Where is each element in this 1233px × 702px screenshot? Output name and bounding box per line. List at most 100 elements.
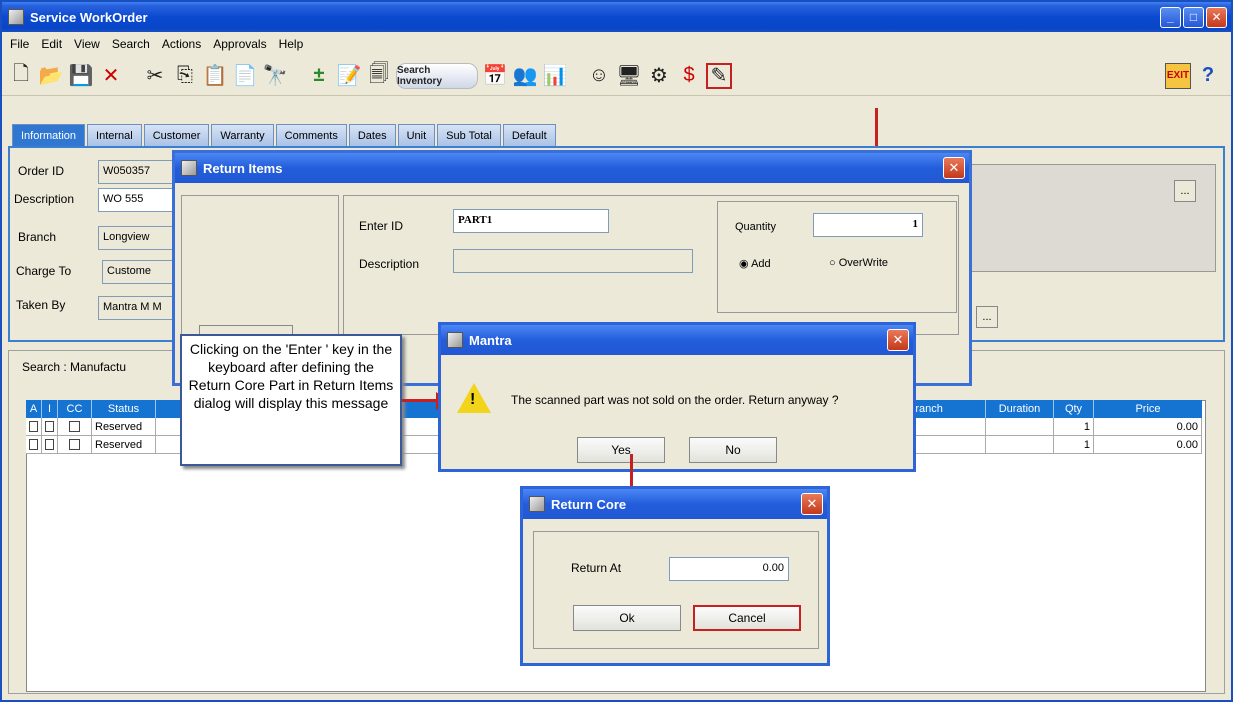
overwrite-radio-label: OverWrite [838,257,889,269]
tab-sub-total[interactable]: Sub Total [437,124,501,146]
close-icon[interactable]: ✕ [887,329,909,351]
paste-special-icon[interactable]: 📋 [202,63,228,89]
order-id-field[interactable]: W050357 [98,160,174,184]
branch-label: Branch [18,230,57,244]
qty-cell: 1 [1054,418,1094,436]
browse-button-2[interactable]: ... [976,306,998,328]
charge-to-field[interactable]: Custome [102,260,174,284]
checkbox-cc[interactable] [69,439,80,450]
return-at-field[interactable]: 0.00 [669,557,789,581]
callout-note: Clicking on the 'Enter ' key in the keyb… [180,334,402,466]
branch-field[interactable]: Longview [98,226,174,250]
description-label-dialog: Description [359,257,420,271]
menu-actions[interactable]: Actions [162,37,201,51]
doc-icon[interactable]: 🗐 [366,63,392,89]
col-duration[interactable]: Duration [986,400,1054,418]
col-i[interactable]: I [42,400,58,418]
taken-by-field[interactable]: Mantra M M [98,296,174,320]
close-icon[interactable]: ✕ [801,493,823,515]
description-field-dialog[interactable] [453,249,693,273]
status-cell: Reserved [92,418,156,436]
close-icon[interactable]: ✕ [943,157,965,179]
return-items-title: Return Items [203,160,283,176]
return-items-icon[interactable]: ✎ [706,62,732,89]
calendar-icon[interactable]: 📅 [482,63,508,89]
checkbox-i[interactable] [45,439,54,450]
toolbar: 🗋 📂 💾 ✕ ✂ ⎘ 📋 📄 🔭 ± 📝 🗐 Search Inventory… [2,56,1231,96]
taken-by-label: Taken By [16,298,66,312]
charge-to-label: Charge To [16,264,72,278]
new-icon[interactable]: 🗋 [8,63,34,89]
menu-edit[interactable]: Edit [41,37,62,51]
col-cc[interactable]: CC [58,400,92,418]
no-button[interactable]: No [689,437,777,463]
menu-search[interactable]: Search [112,37,150,51]
tab-information[interactable]: Information [12,124,86,146]
return-core-title: Return Core [551,496,627,512]
close-button[interactable]: ✕ [1206,6,1227,28]
search-inventory-button[interactable]: Search Inventory [396,62,478,89]
cancel-button[interactable]: Cancel [693,605,801,631]
paste-icon[interactable]: 📄 [232,63,258,89]
mantra-title-bar[interactable]: Mantra ✕ [441,325,913,355]
checkbox-a[interactable] [29,439,38,450]
menu-view[interactable]: View [74,37,100,51]
tab-dates[interactable]: Dates [348,124,396,146]
tab-customer[interactable]: Customer [143,124,210,146]
col-branch[interactable]: Branch [906,400,986,418]
yes-button[interactable]: Yes [577,437,665,463]
chart-icon[interactable]: 📊 [542,63,568,89]
cut-icon[interactable]: ✂ [142,63,168,89]
smiley-icon[interactable]: ☺ [586,63,612,89]
save-icon[interactable]: 💾 [68,63,94,89]
mantra-title: Mantra [469,332,512,348]
browse-button[interactable]: ... [1174,180,1196,202]
minimize-button[interactable]: _ [1160,6,1181,28]
tab-strip: Information Internal Customer Warranty C… [12,124,556,146]
col-status[interactable]: Status [92,400,156,418]
menu-approvals[interactable]: Approvals [213,37,266,51]
menu-help[interactable]: Help [279,37,304,51]
overwrite-radio[interactable]: ○ OverWrite [829,257,888,269]
col-qty[interactable]: Qty [1054,400,1094,418]
plus-minus-icon[interactable]: ± [306,63,332,89]
gears-icon[interactable]: ⚙ [646,63,672,89]
open-icon[interactable]: 📂 [38,63,64,89]
return-items-title-bar[interactable]: Return Items ✕ [175,153,969,183]
users-icon[interactable]: 👥 [512,63,538,89]
return-core-title-bar[interactable]: Return Core ✕ [523,489,827,519]
description-field[interactable]: WO 555 [98,188,174,212]
window-title: Service WorkOrder [30,9,148,25]
ok-button[interactable]: Ok [573,605,681,631]
tab-unit[interactable]: Unit [397,124,436,146]
qty-cell: 1 [1054,436,1094,454]
col-a[interactable]: A [26,400,42,418]
arrow-callout-to-mantra [402,399,440,402]
help-icon[interactable]: ? [1195,63,1221,89]
delete-icon[interactable]: ✕ [98,63,124,89]
exit-icon[interactable]: EXIT [1165,62,1191,89]
monitor-icon[interactable]: 🖥 [616,63,642,89]
add-radio[interactable]: ◉ Add [739,257,771,270]
tab-default[interactable]: Default [502,124,556,146]
checkbox-i[interactable] [45,421,54,432]
checkbox-cc[interactable] [69,421,80,432]
find-icon[interactable]: 🔭 [262,63,288,89]
tab-comments[interactable]: Comments [275,124,347,146]
status-cell: Reserved [92,436,156,454]
copy-icon[interactable]: ⎘ [172,63,198,89]
window-title-bar[interactable]: Service WorkOrder _ □ ✕ [2,2,1231,32]
tab-warranty[interactable]: Warranty [211,124,274,146]
tab-internal[interactable]: Internal [87,124,142,146]
col-price[interactable]: Price [1094,400,1202,418]
add-radio-label: Add [751,258,771,270]
notes-icon[interactable]: 📝 [336,63,362,89]
enter-id-field[interactable]: PART1 [453,209,609,233]
pay-icon[interactable]: $ [676,63,702,89]
menu-file[interactable]: File [10,37,29,51]
enter-id-label: Enter ID [359,219,404,233]
dialog-icon [447,332,463,348]
checkbox-a[interactable] [29,421,38,432]
maximize-button[interactable]: □ [1183,6,1204,28]
quantity-field[interactable]: 1 [813,213,923,237]
